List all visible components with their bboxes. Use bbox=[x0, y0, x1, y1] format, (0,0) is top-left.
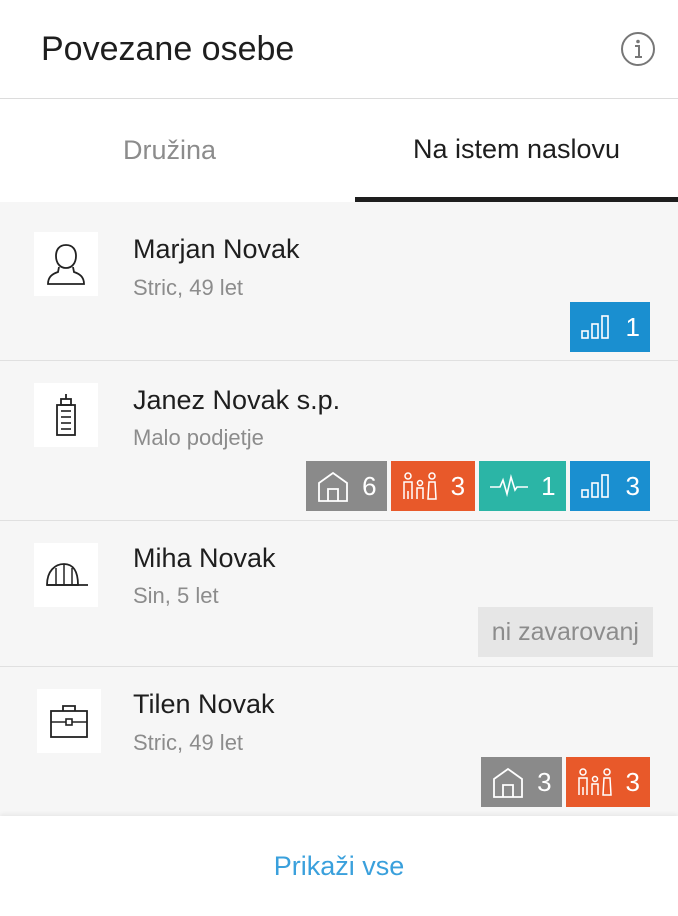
footer: Prikaži vse bbox=[0, 816, 678, 916]
badge-count: 6 bbox=[362, 470, 377, 501]
page-title: Povezane osebe bbox=[41, 30, 295, 68]
person-detail: Stric, 49 let bbox=[133, 730, 244, 755]
badge-count: 3 bbox=[625, 766, 640, 797]
tab-bar: Družina Na istem naslovu bbox=[0, 99, 678, 202]
badge-count: 3 bbox=[450, 470, 466, 501]
no-insurance-badge: ni zavarovanj bbox=[477, 607, 653, 657]
family-icon bbox=[577, 768, 612, 796]
list-item[interactable]: Marjan Novak Stric, 49 let 1 bbox=[0, 202, 678, 361]
badge-count: 3 bbox=[537, 766, 552, 797]
avatar bbox=[34, 543, 98, 607]
badge-count: 1 bbox=[625, 311, 640, 342]
person-detail: Malo podjetje bbox=[133, 425, 264, 450]
property-badge[interactable]: 3 bbox=[481, 757, 562, 807]
avatar bbox=[34, 232, 98, 296]
badge-group: 1 bbox=[569, 302, 650, 352]
building-icon bbox=[56, 394, 76, 436]
family-badge[interactable]: 3 bbox=[390, 461, 476, 511]
person-icon bbox=[47, 244, 85, 285]
person-list: Marjan Novak Stric, 49 let 1 Janez Novak… bbox=[0, 202, 678, 817]
person-name: Miha Novak bbox=[133, 543, 276, 573]
pulse-icon bbox=[490, 474, 529, 498]
avatar bbox=[37, 689, 101, 753]
person-detail: Stric, 49 let bbox=[133, 275, 244, 300]
badge-group: 6 3 1 3 bbox=[306, 461, 650, 511]
person-name: Janez Novak s.p. bbox=[133, 385, 341, 415]
avatar bbox=[34, 383, 98, 447]
briefcase-icon bbox=[50, 705, 88, 738]
list-item[interactable]: Janez Novak s.p. Malo podjetje 6 3 1 3 bbox=[0, 361, 678, 521]
tab-na-istem-naslovu[interactable]: Na istem naslovu bbox=[355, 99, 678, 202]
bars-icon bbox=[580, 315, 609, 339]
savings-badge[interactable]: 1 bbox=[569, 302, 650, 352]
header: Povezane osebe bbox=[0, 0, 678, 99]
person-name: Marjan Novak bbox=[133, 234, 300, 264]
list-item[interactable]: Tilen Novak Stric, 49 let 3 3 bbox=[0, 667, 678, 817]
family-icon bbox=[402, 472, 437, 500]
house-icon bbox=[318, 471, 349, 502]
list-item[interactable]: Miha Novak Sin, 5 let ni zavarovanj bbox=[0, 521, 678, 667]
person-name: Tilen Novak bbox=[133, 689, 275, 719]
family-badge[interactable]: 3 bbox=[565, 757, 650, 807]
badge-group: 3 3 bbox=[481, 757, 650, 807]
house-icon bbox=[493, 767, 523, 798]
property-badge[interactable]: 6 bbox=[306, 461, 387, 511]
cap-icon bbox=[46, 563, 88, 586]
badge-group: ni zavarovanj bbox=[477, 607, 653, 657]
person-detail: Sin, 5 let bbox=[133, 583, 219, 608]
show-all-button[interactable]: Prikaži vse bbox=[274, 851, 405, 882]
health-badge[interactable]: 1 bbox=[479, 461, 566, 511]
info-icon[interactable] bbox=[620, 31, 656, 67]
tab-druzina[interactable]: Družina bbox=[0, 99, 339, 202]
savings-badge[interactable]: 3 bbox=[569, 461, 650, 511]
badge-count: 1 bbox=[541, 470, 556, 501]
bars-icon bbox=[580, 474, 609, 498]
badge-count: 3 bbox=[625, 470, 640, 501]
